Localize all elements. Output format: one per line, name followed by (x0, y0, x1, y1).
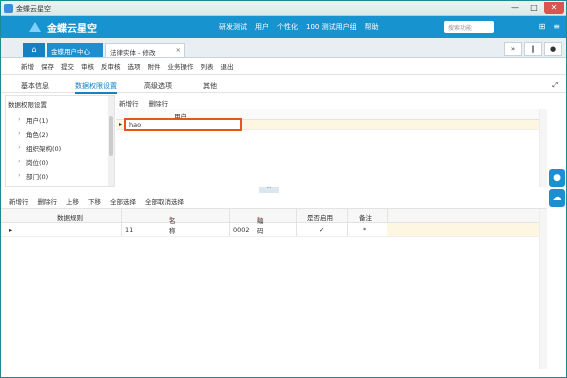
permission-tree: 数据权限设置 用户(1) 角色(2) 组织架构(0) 岗位(0) 部门(0) (5, 95, 115, 187)
tab-data-permission[interactable]: 数据权限设置 (75, 81, 117, 94)
tab-basic[interactable]: 基本信息 (21, 81, 49, 91)
info-icon[interactable]: ● (544, 42, 562, 56)
toolbar-save[interactable]: 保存 (41, 61, 54, 71)
close-window-button[interactable]: ✕ (544, 2, 564, 14)
toolbar-unaudit[interactable]: 反审核 (101, 61, 121, 71)
tree-item-dept[interactable]: 部门(0) (18, 171, 48, 181)
add-row-button[interactable]: 新增行 (119, 100, 139, 108)
app-window: 金蝶云星空 — □ ✕ 金蝶云星空 研发测试 用户 个性化 100 测试用户组 … (0, 0, 567, 378)
nav-item[interactable]: 个性化 (277, 22, 298, 32)
window-title: 金蝶云星空 (16, 5, 51, 13)
toolbar-ops[interactable]: 业务操作 (168, 61, 194, 71)
logo: 金蝶云星空 (29, 20, 97, 35)
tab-advanced[interactable]: 高级选项 (144, 81, 172, 91)
grid-scrollbar[interactable] (539, 109, 547, 187)
tab-legal-entity[interactable]: 法律实体 - 修改 × (105, 43, 185, 57)
chevron-icon[interactable]: » (504, 42, 522, 56)
add-row-button[interactable]: 新增行 (9, 196, 29, 206)
move-up-button[interactable]: 上移 (66, 196, 79, 206)
app-icon (4, 4, 13, 13)
home-tab-icon[interactable]: ⌂ (23, 43, 45, 57)
delete-row-button[interactable]: 删除行 (38, 196, 58, 206)
side-icons: ● ☁ (549, 169, 565, 209)
sub-tabs: 基本信息 数据权限设置 高级选项 其他 ⤢ (1, 76, 566, 94)
toolbar-options[interactable]: 选项 (128, 61, 141, 71)
close-tab-icon[interactable]: × (176, 46, 181, 54)
logo-text: 金蝶云星空 (47, 23, 97, 35)
row-fill (387, 223, 547, 236)
toolbar-list[interactable]: 列表 (201, 61, 214, 71)
user-input[interactable]: hao (124, 118, 242, 131)
col-rule: 数据规则 (57, 214, 83, 222)
nav-item[interactable]: 帮助 (365, 22, 379, 32)
rules-row[interactable]: ▸ 11 0002 ✓ * (1, 223, 547, 237)
toolbar-submit[interactable]: 提交 (61, 61, 74, 71)
tree-heading: 数据权限设置 (8, 101, 47, 109)
search-input[interactable]: 搜索功能 (444, 21, 494, 33)
toolbar-exit[interactable]: 退出 (221, 61, 234, 71)
row-indicator-icon: ▸ (119, 121, 123, 128)
tree-item-user[interactable]: 用户(1) (18, 115, 48, 125)
bottom-tools: 新增行 删除行 上移 下移 全部选择 全部取消选择 (1, 193, 547, 209)
cloud-icon[interactable]: ☁ (549, 189, 565, 207)
nav-item[interactable]: 研发测试 (219, 22, 247, 32)
tab-tools: » ‖ ● (502, 42, 562, 56)
header-nav: 研发测试 用户 个性化 100 测试用户组 帮助 (219, 22, 387, 32)
user-grid: 新增行 删除行 用户 ▸ hao (116, 95, 547, 187)
tab-label: 法律实体 - 修改 (110, 49, 156, 57)
toolbar-new[interactable]: 新增 (21, 61, 34, 71)
scroll-thumb[interactable] (109, 116, 113, 156)
tab-bar: ⌂ 金蝶用户中心 法律实体 - 修改 × » ‖ ● (1, 38, 566, 58)
window-titlebar: 金蝶云星空 — □ ✕ (1, 1, 566, 16)
bottom-scrollbar[interactable] (539, 209, 547, 369)
minimize-button[interactable]: — (506, 2, 524, 14)
tree-item-post[interactable]: 岗位(0) (18, 157, 48, 167)
toolbar: 新增 保存 提交 审核 反审核 选项 附件 业务操作 列表 退出 (1, 58, 566, 75)
header-icons: ⊞ ≡ (531, 22, 560, 31)
grid-row[interactable]: ▸ hao (116, 118, 547, 131)
required-mark: * (169, 215, 173, 223)
avatar-icon[interactable]: ● (549, 169, 565, 187)
deselect-all-button[interactable]: 全部取消选择 (145, 196, 184, 206)
list-icon[interactable]: ≡ (553, 22, 560, 31)
grid-tools: 新增行 删除行 (119, 98, 176, 108)
required-mark: * (257, 215, 261, 223)
nav-item[interactable]: 用户 (255, 22, 269, 32)
tree-scrollbar[interactable] (108, 96, 114, 186)
cell-remark[interactable]: * (363, 226, 366, 234)
nav-item[interactable]: 100 测试用户组 (306, 22, 357, 32)
move-down-button[interactable]: 下移 (88, 196, 101, 206)
delete-row-button[interactable]: 删除行 (149, 100, 169, 108)
cell-enabled-check[interactable]: ✓ (319, 226, 324, 234)
rules-header: 数据规则 名称 * 编码 * 是否启用 备注 (1, 209, 547, 235)
grid-icon[interactable]: ⊞ (539, 22, 546, 31)
row-indicator-icon: ▸ (9, 226, 13, 234)
expand-icon[interactable]: ⤢ (552, 81, 558, 90)
cell-name[interactable]: 11 (125, 226, 133, 234)
toolbar-attach[interactable]: 附件 (148, 61, 161, 71)
col-remark: 备注 (359, 214, 372, 222)
app-header: 金蝶云星空 研发测试 用户 个性化 100 测试用户组 帮助 搜索功能 ⊞ ≡ (1, 16, 566, 38)
tree-item-org[interactable]: 组织架构(0) (18, 143, 61, 153)
cell-code[interactable]: 0002 (233, 226, 250, 234)
pause-icon[interactable]: ‖ (524, 42, 542, 56)
maximize-button[interactable]: □ (525, 2, 543, 14)
tab-other[interactable]: 其他 (203, 81, 217, 91)
tree-item-role[interactable]: 角色(2) (18, 129, 48, 139)
toolbar-audit[interactable]: 审核 (81, 61, 94, 71)
select-all-button[interactable]: 全部选择 (110, 196, 136, 206)
logo-mark-icon (29, 20, 43, 34)
col-enabled: 是否启用 (307, 214, 333, 222)
tab-user-center[interactable]: 金蝶用户中心 (47, 43, 103, 57)
